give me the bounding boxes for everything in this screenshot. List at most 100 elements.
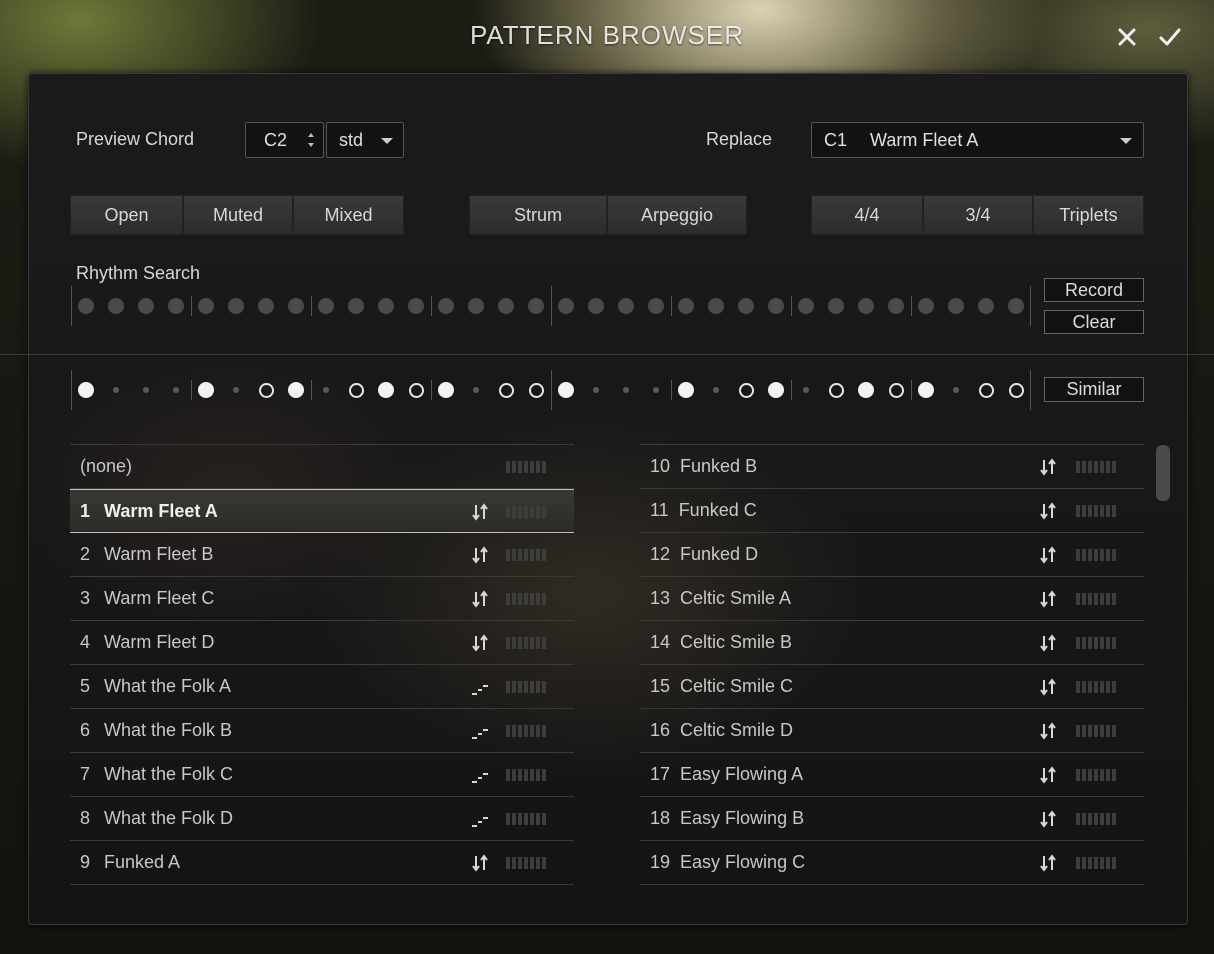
search-step[interactable] (588, 298, 604, 314)
pattern-row-3[interactable]: 3 Warm Fleet C (70, 577, 574, 621)
search-step[interactable] (558, 298, 574, 314)
level-meter (1076, 592, 1118, 606)
meter-segment (1112, 769, 1116, 781)
meter-segment (542, 813, 546, 825)
search-step[interactable] (258, 298, 274, 314)
filter-muted-button[interactable]: Muted (183, 195, 293, 235)
pattern-row-8[interactable]: 8 What the Folk D (70, 797, 574, 841)
search-step[interactable] (888, 298, 904, 314)
pattern-row-19[interactable]: 19 Easy Flowing C (640, 841, 1144, 885)
filter-mixed-button[interactable]: Mixed (293, 195, 404, 235)
search-step[interactable] (498, 298, 514, 314)
search-step[interactable] (858, 298, 874, 314)
pattern-row-7[interactable]: 7 What the Folk C (70, 753, 574, 797)
search-step[interactable] (108, 298, 124, 314)
rhythm-step-hit (438, 382, 454, 398)
beat-separator (791, 296, 792, 316)
search-step[interactable] (408, 298, 424, 314)
level-meter (506, 548, 548, 562)
search-step[interactable] (708, 298, 724, 314)
search-step[interactable] (768, 298, 784, 314)
pattern-number: 6 (80, 720, 91, 740)
meter-segment (1088, 769, 1092, 781)
search-step[interactable] (468, 298, 484, 314)
filter-strum-button[interactable]: Strum (469, 195, 607, 235)
meter-segment (518, 681, 522, 693)
preview-note-stepper[interactable]: C2 (245, 122, 324, 158)
meter-segment (1082, 505, 1086, 517)
pattern-row-2[interactable]: 2 Warm Fleet B (70, 533, 574, 577)
search-step[interactable] (978, 298, 994, 314)
search-step[interactable] (438, 298, 454, 314)
search-step[interactable] (828, 298, 844, 314)
beat-separator (551, 286, 552, 326)
pattern-number: 2 (80, 544, 91, 564)
replace-dropdown[interactable]: C1 Warm Fleet A (811, 122, 1144, 158)
search-step[interactable] (288, 298, 304, 314)
search-step[interactable] (678, 298, 694, 314)
search-step[interactable] (618, 298, 634, 314)
pattern-row-14[interactable]: 14 Celtic Smile B (640, 621, 1144, 665)
meter-segment (536, 725, 540, 737)
meter-segment (506, 593, 510, 605)
meter-segment (1106, 769, 1110, 781)
search-step[interactable] (528, 298, 544, 314)
search-step[interactable] (198, 298, 214, 314)
pattern-row-4[interactable]: 4 Warm Fleet D (70, 621, 574, 665)
pattern-row-10[interactable]: 10 Funked B (640, 445, 1144, 489)
close-icon (1118, 28, 1136, 46)
pattern-row-13[interactable]: 13 Celtic Smile A (640, 577, 1144, 621)
pattern-number: 4 (80, 632, 91, 652)
filter-arpeggio-button[interactable]: Arpeggio (607, 195, 747, 235)
similar-button[interactable]: Similar (1044, 377, 1144, 402)
meter-segment (506, 681, 510, 693)
pattern-row-1[interactable]: 1 Warm Fleet A (70, 489, 574, 533)
pattern-row-9[interactable]: 9 Funked A (70, 841, 574, 885)
pattern-row-12[interactable]: 12 Funked D (640, 533, 1144, 577)
meter-segment (512, 549, 516, 561)
search-step[interactable] (78, 298, 94, 314)
meter-segment (1100, 769, 1104, 781)
search-step[interactable] (918, 298, 934, 314)
pattern-list-scrollbar[interactable] (1156, 445, 1170, 501)
search-step[interactable] (948, 298, 964, 314)
level-meter (506, 856, 548, 870)
search-step[interactable] (348, 298, 364, 314)
meter-segment (542, 681, 546, 693)
pattern-row-5[interactable]: 5 What the Folk A (70, 665, 574, 709)
close-button[interactable] (1114, 24, 1140, 50)
search-step[interactable] (378, 298, 394, 314)
strum-updown-icon (1038, 721, 1058, 741)
voicing-dropdown[interactable]: std (326, 122, 404, 158)
search-step[interactable] (318, 298, 334, 314)
search-step[interactable] (138, 298, 154, 314)
meter-segment (1106, 813, 1110, 825)
pattern-row-18[interactable]: 18 Easy Flowing B (640, 797, 1144, 841)
pattern-row-17[interactable]: 17 Easy Flowing A (640, 753, 1144, 797)
search-step[interactable] (648, 298, 664, 314)
meter-segment (530, 769, 534, 781)
confirm-button[interactable] (1157, 24, 1183, 50)
clear-button[interactable]: Clear (1044, 310, 1144, 334)
rhythm-step-rest (173, 387, 179, 393)
rhythm-step-ghost (528, 382, 544, 398)
filter-34-button[interactable]: 3/4 (923, 195, 1033, 235)
pattern-row-none[interactable]: (none) (70, 445, 574, 489)
meter-segment (524, 637, 528, 649)
pattern-row-15[interactable]: 15 Celtic Smile C (640, 665, 1144, 709)
search-step[interactable] (228, 298, 244, 314)
meter-segment (512, 857, 516, 869)
filter-44-button[interactable]: 4/4 (811, 195, 923, 235)
pattern-row-11[interactable]: 11 Funked C (640, 489, 1144, 533)
search-step[interactable] (798, 298, 814, 314)
meter-segment (524, 813, 528, 825)
level-meter (1076, 504, 1118, 518)
pattern-row-16[interactable]: 16 Celtic Smile D (640, 709, 1144, 753)
filter-open-button[interactable]: Open (70, 195, 183, 235)
record-button[interactable]: Record (1044, 278, 1144, 302)
search-step[interactable] (738, 298, 754, 314)
filter-triplets-button[interactable]: Triplets (1033, 195, 1144, 235)
search-step[interactable] (168, 298, 184, 314)
pattern-row-6[interactable]: 6 What the Folk B (70, 709, 574, 753)
search-step[interactable] (1008, 298, 1024, 314)
